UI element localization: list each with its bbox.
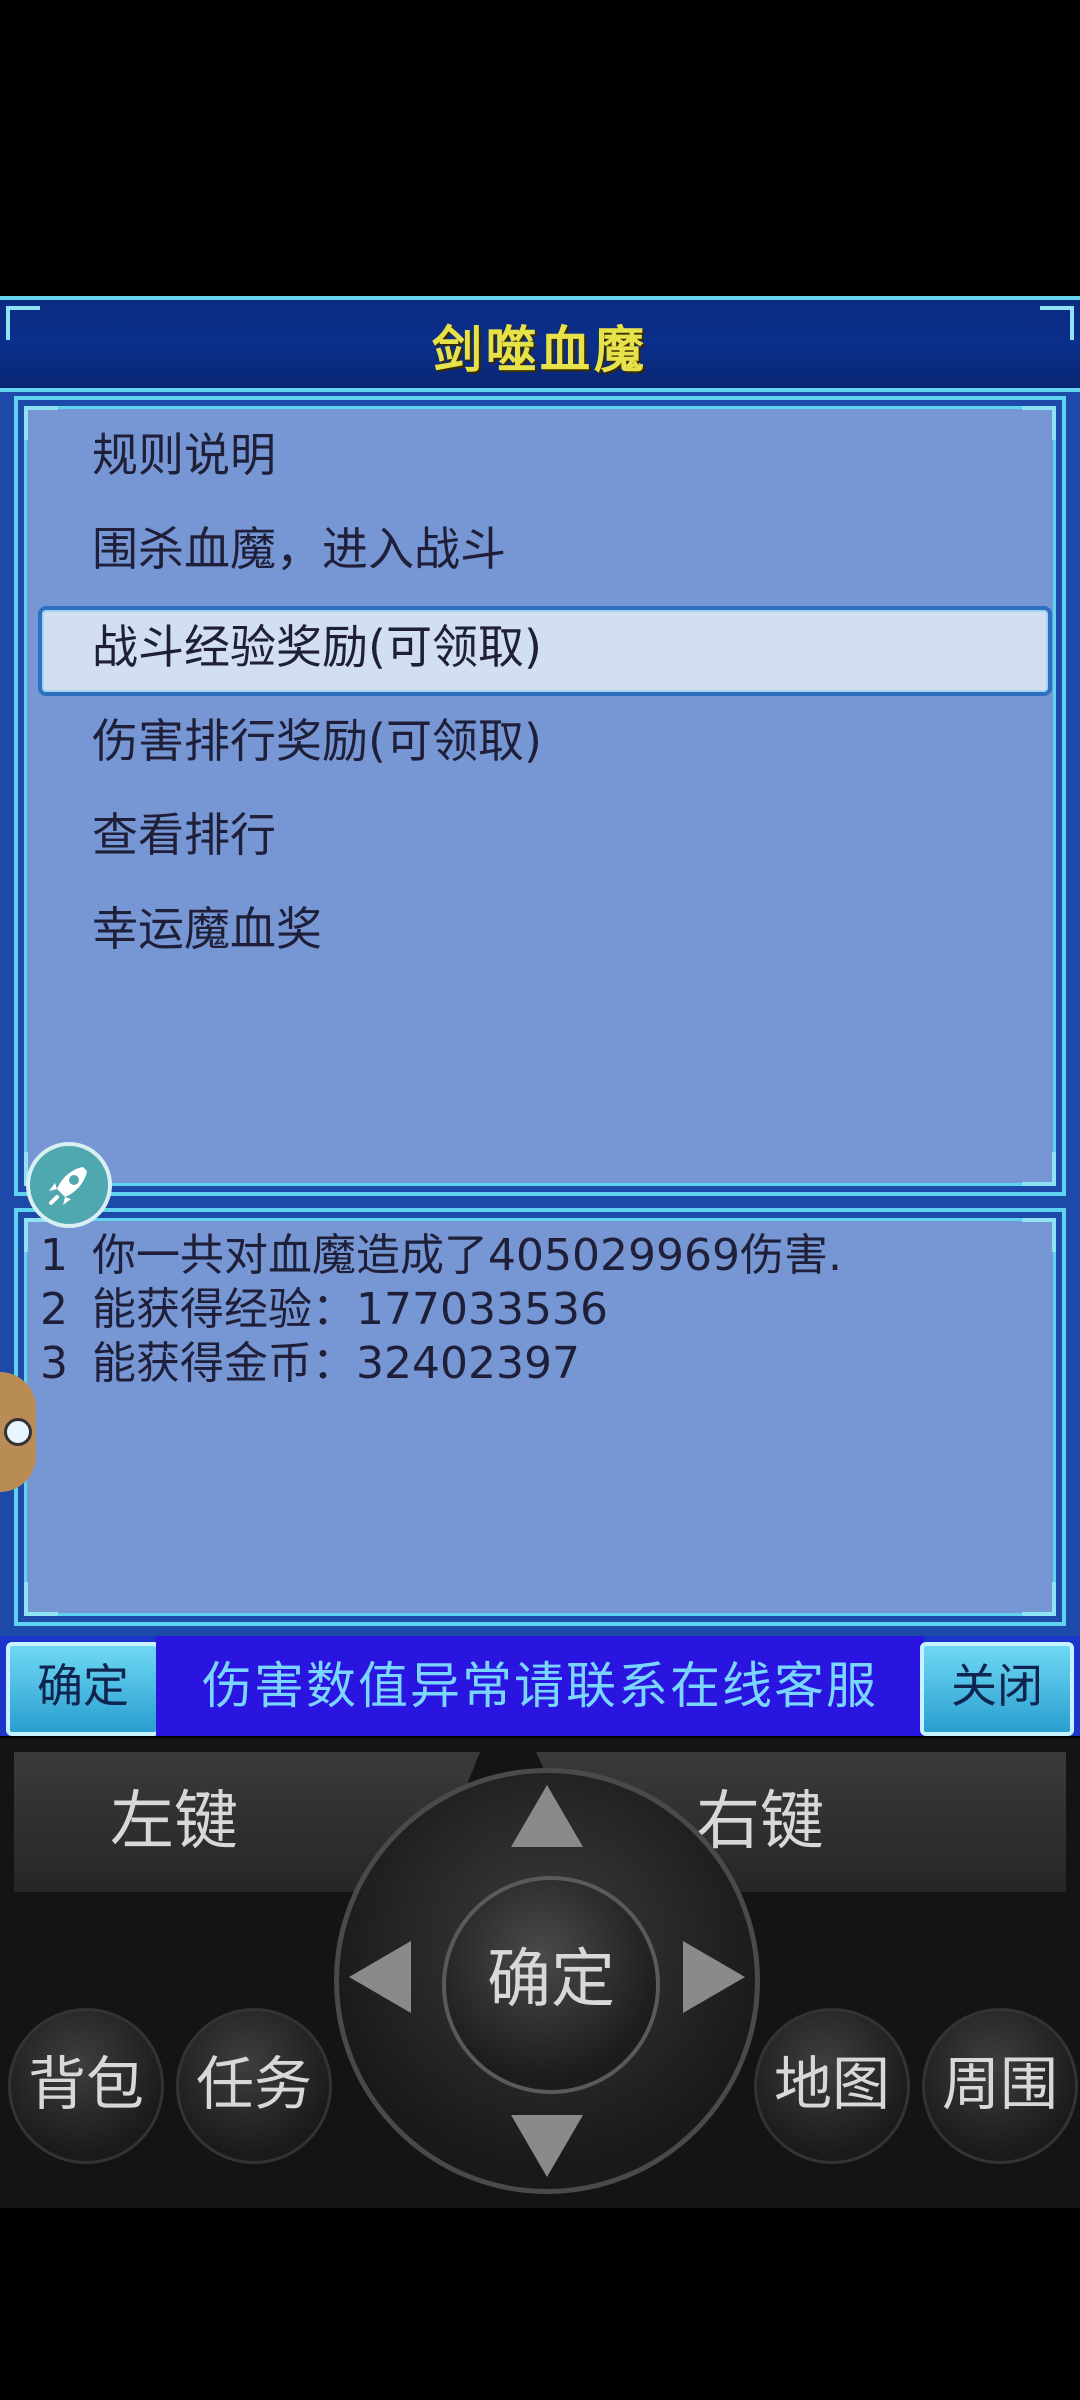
rocket-icon (49, 1167, 87, 1205)
control-pad: 左键 右键 确定 背包 任务 地图 周围 (0, 1738, 1080, 2208)
line-text: 你一共对血魔造成了405029969伤害. (92, 1230, 842, 1281)
cat-mascot-icon[interactable] (0, 1372, 36, 1492)
info-panel: 1 你一共对血魔造成了405029969伤害. 2 能获得经验：177033536 … (14, 1208, 1066, 1626)
ornament-corner (1022, 1582, 1056, 1616)
ornament-corner (1022, 406, 1056, 440)
arrow-right-icon[interactable] (683, 1941, 745, 2013)
notice-marquee: 伤害数值异常请联系在线客服 (156, 1636, 924, 1736)
line-number: 3 (40, 1338, 68, 1389)
menu-item-view-ranking[interactable]: 查看排行 (92, 800, 276, 870)
menu-item-battle-exp-reward[interactable]: 战斗经验奖励(可领取) (92, 612, 542, 682)
arrow-left-icon[interactable] (349, 1941, 411, 2013)
close-button[interactable]: 关闭 (920, 1642, 1074, 1736)
confirm-button[interactable]: 确定 (6, 1642, 160, 1736)
menu-item-enter-battle[interactable]: 围杀血魔，进入战斗 (92, 514, 506, 584)
info-line: 3 能获得金币：32402397 (40, 1338, 580, 1390)
arrow-down-icon[interactable] (511, 2115, 583, 2177)
line-number: 1 (40, 1230, 68, 1281)
bottom-bar: 确定 伤害数值异常请联系在线客服 关闭 (0, 1636, 1080, 1736)
line-number: 2 (40, 1284, 68, 1335)
menu-item-damage-rank-reward[interactable]: 伤害排行奖励(可领取) (92, 706, 542, 776)
line-text: 能获得经验：177033536 (92, 1284, 608, 1335)
ornament-corner (24, 1582, 58, 1616)
line-text: 能获得金币：32402397 (92, 1338, 580, 1389)
dpad: 确定 (334, 1768, 760, 2194)
nearby-button[interactable]: 周围 (922, 2008, 1078, 2164)
rocket-float-button[interactable] (26, 1142, 112, 1228)
menu-item-rules[interactable]: 规则说明 (92, 420, 276, 490)
arrow-up-icon[interactable] (511, 1785, 583, 1847)
info-line: 2 能获得经验：177033536 (40, 1284, 608, 1336)
task-button[interactable]: 任务 (176, 2008, 332, 2164)
ornament-corner (1022, 1152, 1056, 1186)
dpad-confirm-button[interactable]: 确定 (442, 1876, 660, 2094)
map-button[interactable]: 地图 (754, 2008, 910, 2164)
bag-button[interactable]: 背包 (8, 2008, 164, 2164)
game-window: 剑噬血魔 规则说明 围杀血魔，进入战斗 战斗经验奖励(可领取) 伤害排行奖励(可… (0, 296, 1080, 1736)
ornament-corner (1022, 1218, 1056, 1252)
ornament-corner (24, 406, 58, 440)
mascot-eye (4, 1418, 32, 1446)
menu-item-lucky-blood-prize[interactable]: 幸运魔血奖 (92, 894, 322, 964)
window-title: 剑噬血魔 (432, 321, 648, 379)
menu-panel: 规则说明 围杀血魔，进入战斗 战斗经验奖励(可领取) 伤害排行奖励(可领取) 查… (14, 396, 1066, 1196)
title-bar: 剑噬血魔 (0, 296, 1080, 392)
info-line: 1 你一共对血魔造成了405029969伤害. (40, 1230, 842, 1282)
